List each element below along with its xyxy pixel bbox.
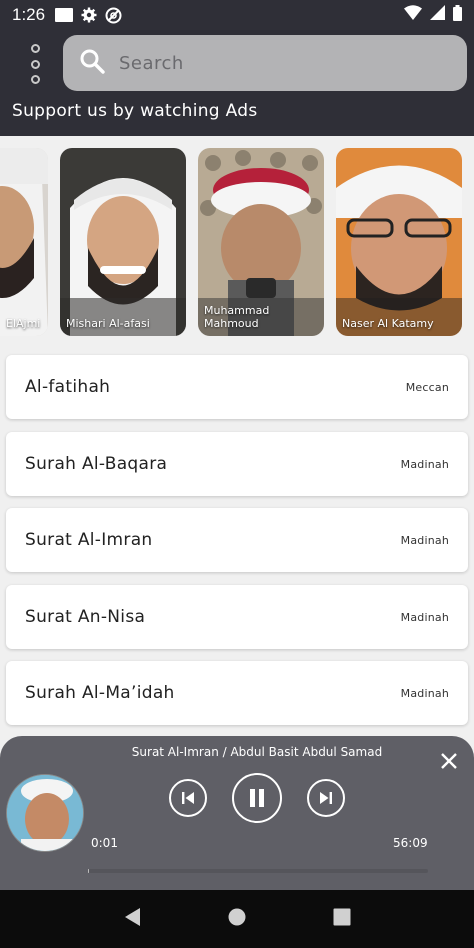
gear-icon [81,7,97,23]
track-title: Surat Al-Imran / Abdul Basit Abdul Samad [131,745,383,759]
reciter-card-mishari[interactable]: Mishari Al-afasi [60,148,186,336]
reciter-name: Mishari Al-afasi [66,317,150,330]
reciter-name: Naser Al Katamy [342,317,434,330]
list-item[interactable]: Surah Al-Baqara Madinah [6,432,468,496]
support-ads-link[interactable]: Support us by watching Ads [12,101,257,121]
list-item[interactable]: Surat Al-Imran Madinah [6,508,468,572]
status-bar: 1:26 [0,0,474,30]
album-cover [6,774,84,852]
message-icon [55,8,74,22]
home-icon[interactable] [228,908,246,930]
app-header: Support us by watching Ads [0,30,474,136]
list-item[interactable]: Surah Al-Ma’idah Madinah [6,661,468,725]
total-time: 56:09 [393,836,428,850]
pause-button[interactable] [232,773,282,823]
search-input[interactable] [119,52,439,74]
revelation-type: Madinah [400,457,449,471]
list-item[interactable]: Al-fatihah Meccan [6,355,468,419]
revelation-type: Madinah [400,533,449,547]
search-bar[interactable] [63,35,467,91]
current-time: 0:01 [91,836,118,850]
reciters-carousel[interactable]: ElAjmi Mishari Al-afasi Muhammad Mahmoud… [0,136,474,348]
progress-bar[interactable] [88,869,428,873]
recents-icon[interactable] [333,908,351,930]
revelation-type: Madinah [400,686,449,700]
previous-button[interactable] [169,779,207,817]
next-icon [320,792,332,804]
reciter-card-muhammad-mahmoud[interactable]: Muhammad Mahmoud [198,148,324,336]
revelation-type: Madinah [400,610,449,624]
reciter-photo [60,148,186,336]
reciter-card-elajmi[interactable]: ElAjmi [0,148,48,336]
surah-name: Surat An-Nisa [25,607,146,627]
previous-icon [182,792,194,804]
signal-icon [430,5,445,25]
do-not-disturb-icon [105,7,122,24]
surah-name: Surat Al-Imran [25,530,153,550]
search-icon[interactable] [79,48,105,78]
close-icon[interactable] [439,751,459,771]
reciter-name: Muhammad Mahmoud [204,304,270,330]
battery-icon [453,4,462,26]
wifi-icon [404,5,422,25]
reciter-photo [0,148,48,336]
reciter-card-naser[interactable]: Naser Al Katamy [336,148,462,336]
reciter-photo [336,148,462,336]
pause-icon [250,789,264,807]
back-icon[interactable] [123,907,141,931]
surah-name: Al-fatihah [25,377,111,397]
surah-name: Surah Al-Baqara [25,454,168,474]
status-time: 1:26 [12,5,46,24]
surah-name: Surah Al-Ma’idah [25,683,175,703]
revelation-type: Meccan [405,380,449,394]
audio-player: Surat Al-Imran / Abdul Basit Abdul Samad… [0,736,474,890]
overflow-menu-icon[interactable] [22,44,48,84]
reciter-name: ElAjmi [6,317,41,330]
system-nav-bar [0,890,474,948]
next-button[interactable] [307,779,345,817]
list-item[interactable]: Surat An-Nisa Madinah [6,585,468,649]
